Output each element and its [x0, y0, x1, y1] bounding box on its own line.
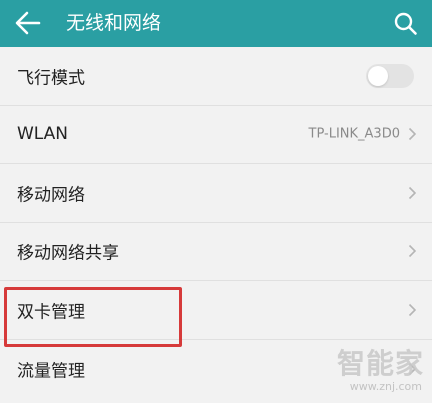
chevron-right-icon [408, 186, 417, 199]
row-label: 流量管理 [17, 361, 85, 382]
chevron-right-icon [408, 245, 417, 258]
chevron-right-icon [408, 128, 417, 141]
airplane-mode-toggle[interactable] [366, 63, 414, 88]
toggle-knob [368, 65, 388, 86]
setting-row-tethering[interactable]: 移动网络共享 [0, 222, 432, 281]
row-label: WLAN [17, 124, 69, 145]
setting-row-data-usage[interactable]: 流量管理 [0, 339, 432, 398]
search-icon[interactable] [393, 11, 418, 36]
setting-row-wlan[interactable]: WLAN TP-LINK_A3D0 [0, 105, 432, 164]
app-header: 无线和网络 [0, 0, 432, 47]
back-arrow-icon[interactable] [14, 10, 42, 36]
dual-sim-highlight-box [4, 287, 182, 347]
chevron-right-icon [408, 362, 417, 375]
page-title: 无线和网络 [66, 12, 162, 34]
setting-row-mobile-network[interactable]: 移动网络 [0, 164, 432, 223]
row-label: 移动网络共享 [17, 243, 119, 264]
row-label: 飞行模式 [17, 68, 85, 89]
row-label: 移动网络 [17, 185, 85, 206]
wlan-network-name: TP-LINK_A3D0 [308, 126, 400, 142]
setting-row-airplane-mode[interactable]: 飞行模式 [0, 47, 432, 106]
chevron-right-icon [408, 303, 417, 316]
